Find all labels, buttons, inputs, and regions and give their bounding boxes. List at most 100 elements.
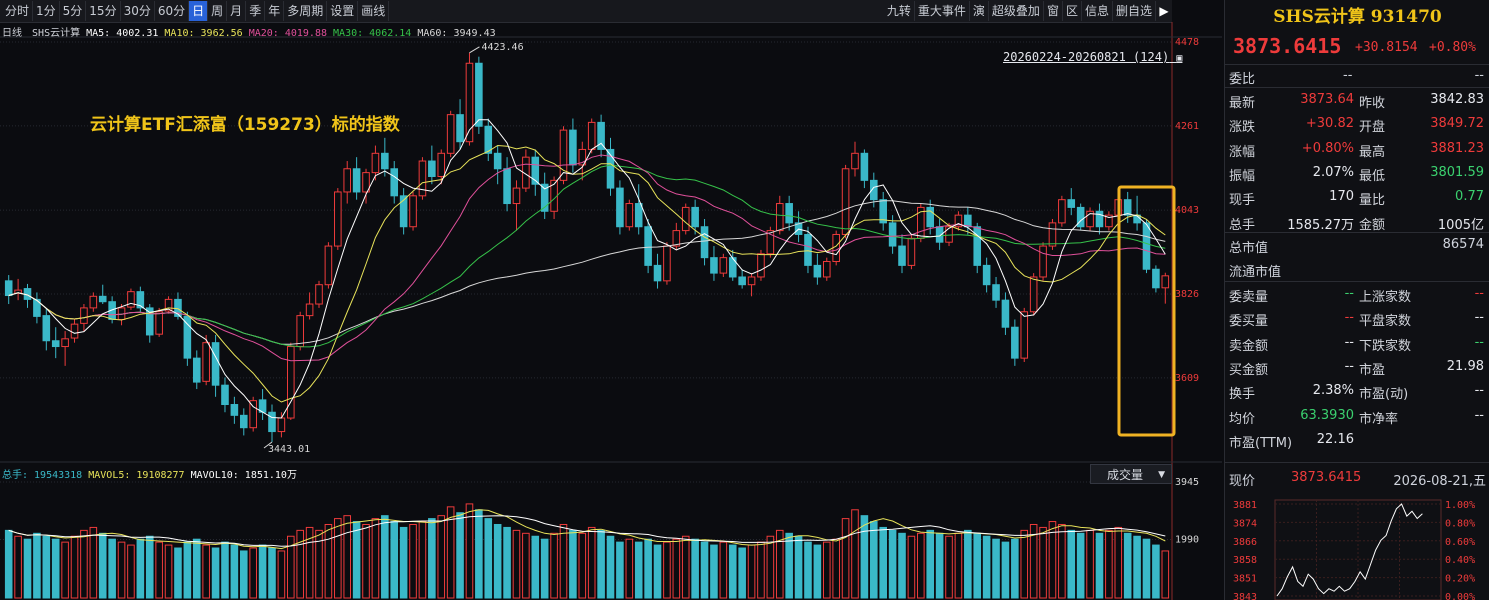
- candle-body: [1123, 199, 1132, 216]
- candle: [1039, 242, 1047, 281]
- candle-body: [1142, 222, 1151, 270]
- row-value-2: 0.77: [1455, 189, 1484, 205]
- volume-bar: [907, 535, 916, 599]
- row-value-1: 22.16: [1316, 431, 1354, 447]
- volume-bar: [964, 529, 972, 599]
- ma5-line: [8, 119, 1166, 419]
- high-marker: [469, 46, 480, 54]
- chart-annotation: 云计算ETF汇添富（159273）标的指数: [90, 115, 400, 135]
- candle-body: [230, 404, 239, 416]
- volume-tick-label: 1990: [1175, 534, 1199, 545]
- candle-body: [390, 168, 399, 197]
- candle: [390, 161, 399, 204]
- row-value-1: 170: [1329, 189, 1354, 205]
- volume-bar: [108, 538, 116, 599]
- candle-body: [1058, 199, 1066, 224]
- candle-body: [343, 168, 352, 193]
- webi-value-1: --: [1343, 68, 1353, 83]
- candle-body: [1029, 276, 1038, 313]
- candle: [964, 207, 972, 235]
- mini-right-tick: 0.60%: [1445, 537, 1475, 548]
- candle: [268, 404, 276, 442]
- volume-bar: [437, 515, 446, 599]
- candle: [522, 149, 530, 192]
- candle-body: [51, 340, 60, 348]
- row-label-1: 最新: [1229, 96, 1256, 111]
- candle-body: [644, 226, 652, 266]
- row-label-1: 总手: [1229, 217, 1256, 233]
- volume-bar: [371, 518, 380, 599]
- candle: [296, 311, 304, 351]
- candle: [352, 157, 361, 200]
- candle-body: [371, 152, 380, 174]
- candle-body: [569, 129, 577, 166]
- row-value-2: 3842.83: [1430, 92, 1484, 107]
- candle: [898, 234, 906, 274]
- volume-bar: [1133, 535, 1141, 599]
- row-value-1: 63.3930: [1300, 407, 1354, 423]
- volume-bar: [503, 526, 511, 599]
- candle: [70, 319, 79, 343]
- volume-bar: [268, 547, 276, 599]
- volume-bar: [1152, 544, 1160, 599]
- volume-bar: [136, 538, 145, 599]
- candle: [663, 242, 671, 285]
- volume-legend: 总手: 19543318 MAVOL5: 19108277 MAVOL10: 1…: [2, 466, 297, 481]
- price-tick-label: 3826: [1175, 289, 1199, 300]
- candle-body: [775, 203, 784, 232]
- volume-bar: [456, 512, 464, 599]
- volume-bar: [870, 521, 878, 599]
- volume-bar: [51, 538, 60, 599]
- total-market-value: 86574: [1442, 237, 1484, 252]
- candle-body: [898, 245, 906, 266]
- volume-bar: [399, 526, 408, 599]
- candle: [691, 199, 699, 235]
- date-range-label[interactable]: 20260224-20260821 (124) ▣: [1003, 50, 1182, 64]
- candle-body: [1039, 245, 1047, 278]
- volume-bar: [211, 547, 220, 599]
- price-tick-label: 4043: [1175, 205, 1199, 216]
- candle: [409, 191, 417, 231]
- row-value-2: --: [1474, 334, 1484, 350]
- volume-bar: [239, 550, 248, 599]
- indicator-select[interactable]: 成交量 ▼: [1090, 464, 1172, 484]
- candle: [1067, 188, 1076, 216]
- candle: [540, 172, 549, 220]
- row-value-2: --: [1474, 310, 1484, 326]
- candle: [42, 307, 51, 351]
- row-label-2: 最低: [1359, 168, 1386, 184]
- row-label-2: 量比: [1359, 193, 1386, 209]
- candle-body: [287, 346, 295, 419]
- volume-bar: [33, 532, 41, 599]
- volume-bar: [334, 518, 342, 599]
- candle-body: [1095, 210, 1104, 228]
- candle-body: [42, 315, 51, 342]
- candle-body: [1152, 268, 1160, 289]
- row-label-1: 振幅: [1229, 168, 1256, 184]
- volume-bar: [70, 535, 79, 599]
- row-label-2: 市净率: [1359, 411, 1399, 427]
- volume-bar: [4, 529, 13, 599]
- mini-date: 2026-08-21,五: [1393, 474, 1486, 489]
- volume-bar: [728, 544, 737, 599]
- row-value-1: --: [1344, 334, 1354, 350]
- candle: [89, 292, 98, 312]
- candle-body: [710, 257, 718, 274]
- candle-body: [1011, 326, 1019, 359]
- volume-total: 总手: 19543318: [2, 470, 83, 481]
- intraday-mini-chart[interactable]: 3881 1.00% 3874 0.80% 3866 0.60% 3858 0.40% 3851…: [1225, 490, 1489, 600]
- row-label-2: 市盈(动): [1359, 387, 1409, 403]
- row-label-1: 委买量: [1229, 314, 1269, 330]
- candle-body: [681, 206, 690, 232]
- row-label-2: 平盘家数: [1359, 314, 1412, 330]
- row-value-1: 2.38%: [1312, 383, 1354, 399]
- kline-chart[interactable]: 4478 4261 4043 3826 3609 4423.46 3443.01 3945 19…: [0, 0, 1222, 600]
- candle-body: [634, 203, 643, 228]
- candle: [719, 253, 728, 277]
- candle: [493, 145, 502, 185]
- row-value-2: --: [1474, 407, 1484, 423]
- candle-body: [1048, 222, 1057, 247]
- quote-row: 振幅 2.07% 最低 3801.59: [1225, 161, 1489, 185]
- volume-bar: [616, 541, 624, 599]
- webi-label: 委比: [1229, 72, 1256, 87]
